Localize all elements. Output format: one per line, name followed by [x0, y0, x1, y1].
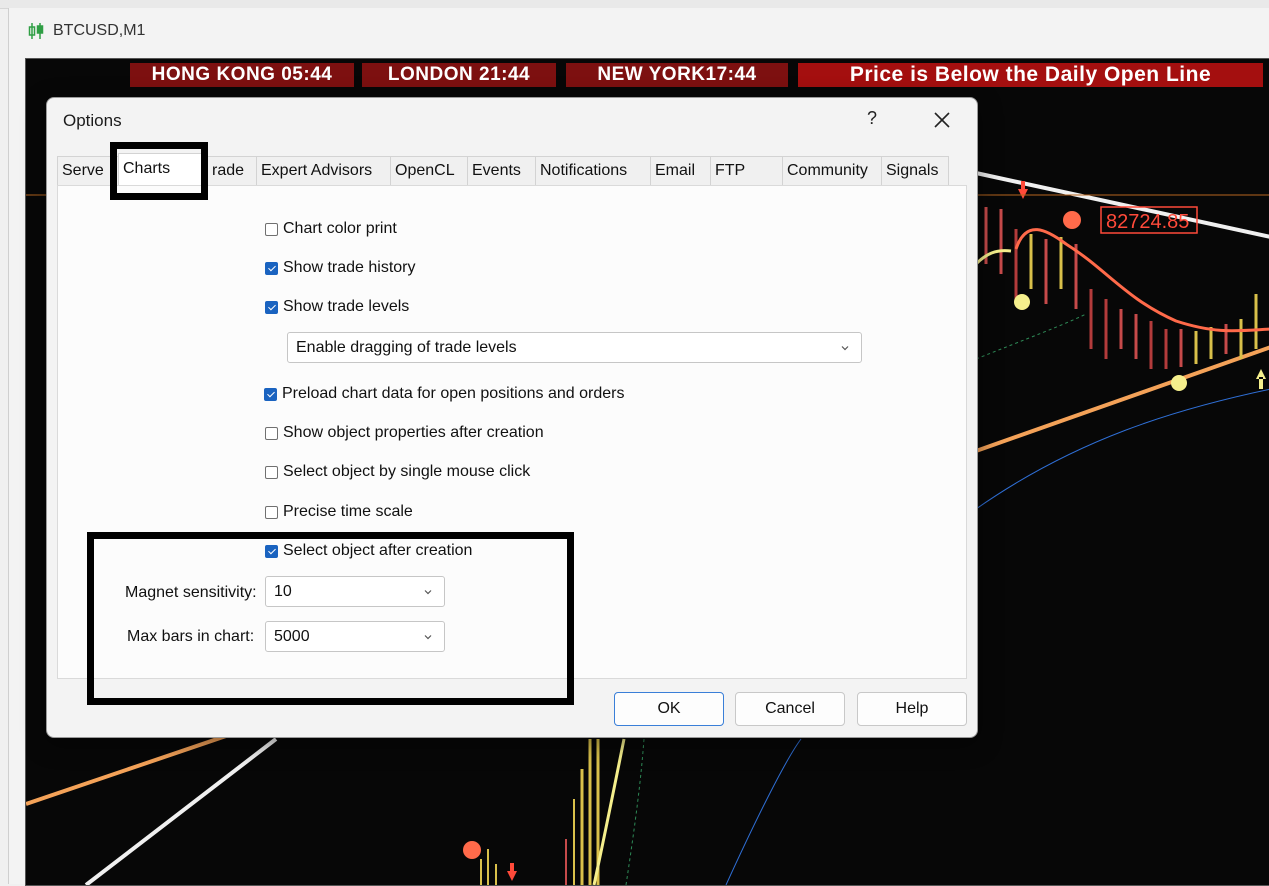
option-label: Select object after creation	[283, 542, 473, 559]
candlestick-chart-icon	[28, 23, 44, 39]
option-show-object-properties[interactable]: Show object properties after creation	[265, 424, 544, 442]
help-question-button[interactable]: ?	[864, 108, 880, 132]
checkbox-show-object-properties[interactable]	[265, 426, 278, 440]
tab-ftp[interactable]: FTP	[710, 156, 783, 185]
chart-symbol-label: BTCUSD,M1	[53, 22, 146, 39]
sell-signal-dot	[1063, 211, 1081, 229]
tab-signals[interactable]: Signals	[881, 156, 949, 185]
close-icon	[934, 112, 950, 128]
sell-signal-dot-lower	[463, 841, 481, 859]
tab-charts[interactable]: Charts	[118, 153, 208, 185]
help-button[interactable]: Help	[857, 692, 967, 726]
tab-server[interactable]: Serve	[57, 156, 119, 185]
sell-arrow-icon-lower	[507, 863, 517, 881]
buy-signal-dot	[1014, 294, 1030, 310]
moving-average-green-lower	[625, 738, 645, 885]
options-tabs: Serve Charts rade Expert Advisors OpenCL…	[57, 153, 949, 186]
cancel-button[interactable]: Cancel	[735, 692, 845, 726]
moving-average-blue	[975, 388, 1269, 510]
price-alert-banner: Price is Below the Daily Open Line	[798, 63, 1263, 87]
white-trendline-left	[84, 737, 278, 885]
orange-trendline-right	[975, 345, 1269, 453]
option-label: Chart color print	[283, 220, 397, 237]
option-label: Precise time scale	[283, 503, 413, 520]
dialog-title: Options	[63, 111, 122, 130]
magnet-sensitivity-select[interactable]: 10	[265, 576, 445, 607]
max-bars-value: 5000	[274, 627, 310, 645]
tab-email[interactable]: Email	[650, 156, 711, 185]
option-label: Show trade history	[283, 259, 416, 276]
option-chart-color-print[interactable]: Chart color print	[265, 220, 397, 238]
tab-events[interactable]: Events	[467, 156, 536, 185]
magnet-sensitivity-label: Magnet sensitivity:	[125, 584, 257, 601]
option-select-after-creation[interactable]: Select object after creation	[265, 542, 472, 560]
max-bars-label: Max bars in chart:	[127, 628, 255, 645]
tab-trade[interactable]: rade	[207, 156, 257, 185]
tab-community[interactable]: Community	[782, 156, 882, 185]
buy-arrow-icon	[1256, 369, 1266, 389]
checkbox-preload-chart-data[interactable]	[264, 387, 277, 401]
checkbox-show-trade-levels[interactable]	[265, 300, 278, 314]
tab-notifications[interactable]: Notifications	[535, 156, 651, 185]
trade-levels-selected: Enable dragging of trade levels	[296, 338, 517, 356]
checkbox-precise-time-scale[interactable]	[265, 505, 278, 519]
tab-expert-advisors[interactable]: Expert Advisors	[256, 156, 391, 185]
max-bars-select[interactable]: 5000	[265, 621, 445, 652]
tab-opencl[interactable]: OpenCL	[390, 156, 468, 185]
checkbox-select-by-single-click[interactable]	[265, 465, 278, 479]
moving-average-green	[975, 313, 1087, 360]
yellow-line-top	[974, 249, 1012, 266]
option-preload-chart-data[interactable]: Preload chart data for open positions an…	[264, 385, 624, 403]
option-select-by-single-click[interactable]: Select object by single mouse click	[265, 463, 530, 481]
chart-window-title[interactable]: BTCUSD,M1	[27, 20, 145, 42]
options-dialog: Options ? Serve Charts rade Expert Advis…	[46, 97, 978, 738]
price-label: 82724.85	[1106, 211, 1189, 233]
option-show-trade-history[interactable]: Show trade history	[265, 259, 416, 277]
option-show-trade-levels[interactable]: Show trade levels	[265, 298, 409, 316]
chevron-down-icon	[424, 590, 432, 595]
chevron-down-icon	[841, 346, 849, 351]
chevron-down-icon	[424, 635, 432, 640]
trade-levels-dropdown[interactable]: Enable dragging of trade levels	[287, 332, 862, 363]
option-label: Show object properties after creation	[283, 424, 544, 441]
buy-signal-dot-2	[1171, 375, 1187, 391]
close-button[interactable]	[924, 104, 960, 136]
checkbox-show-trade-history[interactable]	[265, 261, 278, 275]
option-label: Select object by single mouse click	[283, 463, 531, 480]
checkbox-chart-color-print[interactable]	[265, 222, 278, 236]
moving-average-blue-lower	[725, 738, 802, 885]
price-envelope-line	[1014, 228, 1269, 333]
ok-button[interactable]: OK	[614, 692, 724, 726]
candles-lower	[480, 739, 600, 885]
checkbox-select-after-creation[interactable]	[265, 544, 278, 558]
new-york-clock: NEW YORK17:44	[566, 63, 788, 87]
option-precise-time-scale[interactable]: Precise time scale	[265, 503, 413, 521]
magnet-sensitivity-value: 10	[274, 582, 292, 600]
option-label: Preload chart data for open positions an…	[282, 385, 625, 402]
hong-kong-clock: HONG KONG 05:44	[130, 63, 354, 87]
option-label: Show trade levels	[283, 298, 410, 315]
london-clock: LONDON 21:44	[362, 63, 556, 87]
